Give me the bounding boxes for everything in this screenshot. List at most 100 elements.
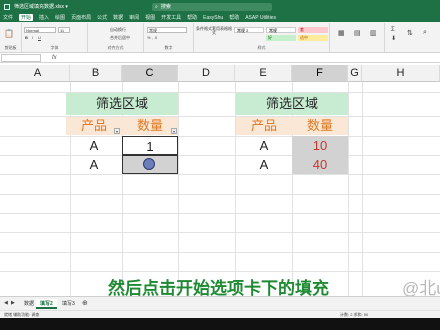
cells-group: ▦ ▤ ▥ [330,23,385,52]
sort-filter-icon[interactable]: ⇅ [407,29,413,37]
group-label-number: 数字 [164,45,173,50]
group-label-alignment: 对齐方式 [107,45,124,50]
style-good[interactable]: 好 [266,35,296,41]
col-header-e[interactable]: E [235,65,292,82]
prev-sheet-icon[interactable]: ◀ [4,300,8,306]
grid-line [0,232,440,233]
left-table-title[interactable]: 筛选区域 [66,93,178,115]
menu-item[interactable]: 开发工具 [161,14,181,21]
search-icon: ⌕ [155,3,158,10]
menu-item[interactable]: 公式 [97,14,107,21]
right-header-qty[interactable]: 数量 [292,117,348,135]
right-table-title[interactable]: 筛选区域 [236,93,348,115]
right-row2-product[interactable]: A [236,156,292,174]
file-name: 筛选区域填充数据.xlsx ▾ [14,4,68,10]
menu-item[interactable]: EasyShu [203,15,223,21]
bold-button[interactable]: B [25,35,28,40]
col-header-c[interactable]: C [122,65,178,82]
number-group: 常规 % , .0 数字 [144,23,194,52]
grid-line [348,82,349,296]
status-bar: 就绪 辅助功能: 调查 计数: 2 求和: 50 [0,310,440,318]
filter-dropdown-icon[interactable]: ▾ [171,128,177,134]
right-row1-qty[interactable]: 10 [292,136,348,155]
search-input[interactable]: ⌕ 搜索 [152,2,272,11]
cursor-icon [143,158,155,170]
group-label-clipboard: 剪贴板 [4,45,17,50]
style-bad[interactable]: 差 [298,27,328,33]
paste-icon[interactable]: 📋 [4,29,14,38]
col-header-h[interactable]: H [362,65,440,82]
menu-item[interactable]: 审阅 [129,14,139,21]
insert-cells-icon[interactable]: ▦ [338,29,345,37]
col-header-f[interactable]: F [292,65,348,82]
left-row1-qty[interactable]: 1 [122,136,178,155]
add-sheet-icon[interactable]: ⊕ [82,299,88,307]
title-bar: 筛选区域填充数据.xlsx ▾ ⌕ 搜索 [0,0,440,13]
conditional-format-button[interactable]: 条件格式 [196,27,212,31]
menu-item[interactable]: 页面布局 [71,14,91,21]
menu-item[interactable]: 开始 [19,14,34,21]
menu-item[interactable]: 插入 [39,14,49,21]
left-row1-product[interactable]: A [66,137,122,155]
grid-line [0,174,440,175]
grid-line [0,252,440,253]
col-header-g[interactable]: G [348,65,362,82]
font-size-select[interactable]: 11 [58,27,70,33]
next-sheet-icon[interactable]: ▶ [11,300,15,306]
editing-group: Σ ⬇ ⇅ ⌕ [385,23,440,52]
menu-bar: 文件 开始 插入 绘图 页面布局 公式 数据 审阅 视图 开发工具 帮助 EasyShu 帮助 ASAP … [0,13,440,22]
group-label-styles: 样式 [257,45,266,50]
bottom-bar [0,318,440,330]
menu-item[interactable]: 帮助 [229,14,239,21]
name-box[interactable] [1,54,41,62]
style-normal[interactable]: 常规 [266,27,296,33]
grid-line [0,271,440,272]
menu-item[interactable]: 绘图 [55,14,65,21]
menu-item[interactable]: 帮助 [187,14,197,21]
save-icon[interactable] [4,3,10,10]
italic-button[interactable]: I [32,35,33,40]
fill-icon[interactable]: ⬇ [391,35,396,42]
menu-item[interactable]: 视图 [145,14,155,21]
delete-cells-icon[interactable]: ▤ [354,29,361,37]
grid-line [178,82,179,296]
format-cells-icon[interactable]: ▥ [370,29,377,37]
menu-item[interactable]: 文件 [3,14,13,21]
find-select-icon[interactable]: ⌕ [423,29,427,37]
percent-button[interactable]: % , .0 [147,35,157,40]
right-row2-qty[interactable]: 40 [292,155,348,174]
left-header-qty[interactable]: 数量 [122,117,178,135]
ribbon: 📋 剪贴板 Normal 11 B I U 字体 自动换行 合并后居中 对齐方式… [0,22,440,53]
number-format-select[interactable]: 常规 [147,27,187,33]
clipboard-group: 📋 剪贴板 [0,23,22,52]
alignment-group: 自动换行 合并后居中 对齐方式 [88,23,144,52]
grid-line [0,213,440,214]
autosum-icon[interactable]: Σ [391,27,395,33]
underline-button[interactable]: U [38,35,41,40]
col-header-d[interactable]: D [178,65,235,82]
grid-line [362,82,363,296]
sheet-tab-fill2[interactable]: 填写2 [36,299,57,309]
right-row1-product[interactable]: A [236,137,292,155]
table-format-button[interactable]: 套用表格格式 [212,27,232,35]
sheet-tab-bar: ◀ ▶ 数据 填写2 填写3 ⊕ [0,296,440,310]
col-header-b[interactable]: B [70,65,122,82]
styles-group: 条件格式 套用表格格式 常规 2 常规 差 好 适中 样式 [194,23,330,52]
fx-icon[interactable]: fx [52,53,57,63]
wrap-text-button[interactable]: 自动换行 [110,27,126,33]
right-header-product[interactable]: 产品 [236,117,292,135]
sheet-tab-fill3[interactable]: 填写3 [58,299,79,309]
grid-line [0,194,440,195]
menu-item[interactable]: ASAP Utilities [245,15,276,21]
col-header-a[interactable]: A [6,65,70,82]
group-label-font: 字体 [50,45,59,50]
left-row2-product[interactable]: A [66,156,122,174]
filter-dropdown-icon[interactable]: ▾ [114,128,120,134]
merge-center-button[interactable]: 合并后居中 [110,35,130,41]
search-placeholder: 搜索 [160,4,171,10]
font-group: Normal 11 B I U 字体 [22,23,88,52]
style-neutral[interactable]: 适中 [298,35,328,41]
style-normal2[interactable]: 常规 2 [234,27,264,33]
menu-item[interactable]: 数据 [113,14,123,21]
font-name-select[interactable]: Normal [24,27,56,33]
